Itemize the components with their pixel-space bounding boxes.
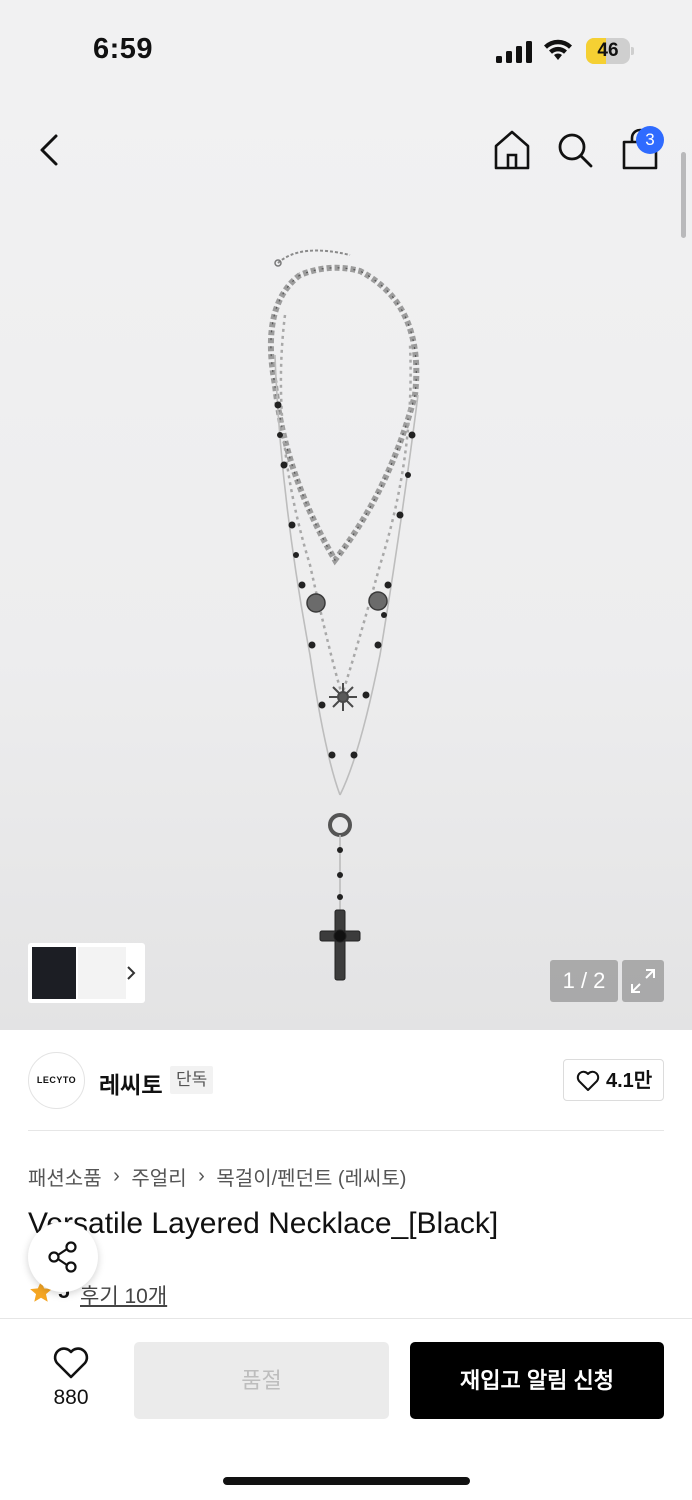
chevron-right-icon: › <box>113 1165 120 1187</box>
status-bar: 6:59 46 <box>0 0 692 100</box>
breadcrumb-item[interactable]: 패션소품 <box>28 1162 102 1191</box>
breadcrumb: 패션소품 › 주얼리 › 목걸이/펜던트 (레씨토) <box>28 1162 406 1191</box>
divider <box>28 1130 664 1131</box>
brand-name[interactable]: 레씨토 <box>99 1066 162 1100</box>
wifi-icon <box>544 39 572 60</box>
heart-icon <box>53 1347 89 1379</box>
battery-icon: 46 <box>586 38 634 64</box>
battery-level: 46 <box>597 40 619 61</box>
expand-icon <box>631 969 655 993</box>
cart-count-badge: 3 <box>636 126 664 154</box>
brand-like-count: 4.1만 <box>606 1070 653 1092</box>
wishlist-count: 880 <box>53 1386 89 1409</box>
sold-out-button: 품절 <box>134 1342 389 1419</box>
cellular-signal-icon <box>496 41 532 63</box>
share-button[interactable] <box>28 1222 98 1292</box>
breadcrumb-item[interactable]: 목걸이/펜던트 (레씨토) <box>216 1162 406 1191</box>
exclusive-badge: 단독 <box>170 1066 214 1094</box>
search-icon[interactable] <box>556 131 594 169</box>
product-title: Versatile Layered Necklace_[Black] <box>28 1207 499 1240</box>
product-photo <box>267 249 420 981</box>
chevron-right-icon[interactable] <box>124 963 138 983</box>
wishlist-button[interactable]: 880 <box>40 1344 102 1414</box>
expand-button[interactable] <box>622 960 664 1002</box>
breadcrumb-item[interactable]: 주얼리 <box>131 1162 186 1191</box>
brand-logo[interactable]: LECYTO <box>28 1052 85 1109</box>
home-indicator[interactable] <box>223 1477 470 1485</box>
heart-icon <box>576 1070 600 1091</box>
restock-alert-button[interactable]: 재입고 알림 신청 <box>410 1342 664 1419</box>
status-time: 6:59 <box>93 33 154 65</box>
thumbnail-image[interactable] <box>32 947 76 999</box>
review-count-link[interactable]: 후기 10개 <box>80 1280 167 1310</box>
brand-like-button[interactable]: 4.1만 <box>563 1059 664 1101</box>
thumbnail-strip[interactable] <box>28 943 145 1003</box>
chevron-right-icon: › <box>198 1165 205 1187</box>
home-icon[interactable] <box>492 128 532 172</box>
scrollbar[interactable] <box>681 152 686 238</box>
thumbnail-image[interactable] <box>78 947 126 999</box>
image-page-counter: 1 / 2 <box>550 960 618 1002</box>
share-icon <box>48 1241 77 1273</box>
back-chevron-icon[interactable] <box>32 130 68 170</box>
